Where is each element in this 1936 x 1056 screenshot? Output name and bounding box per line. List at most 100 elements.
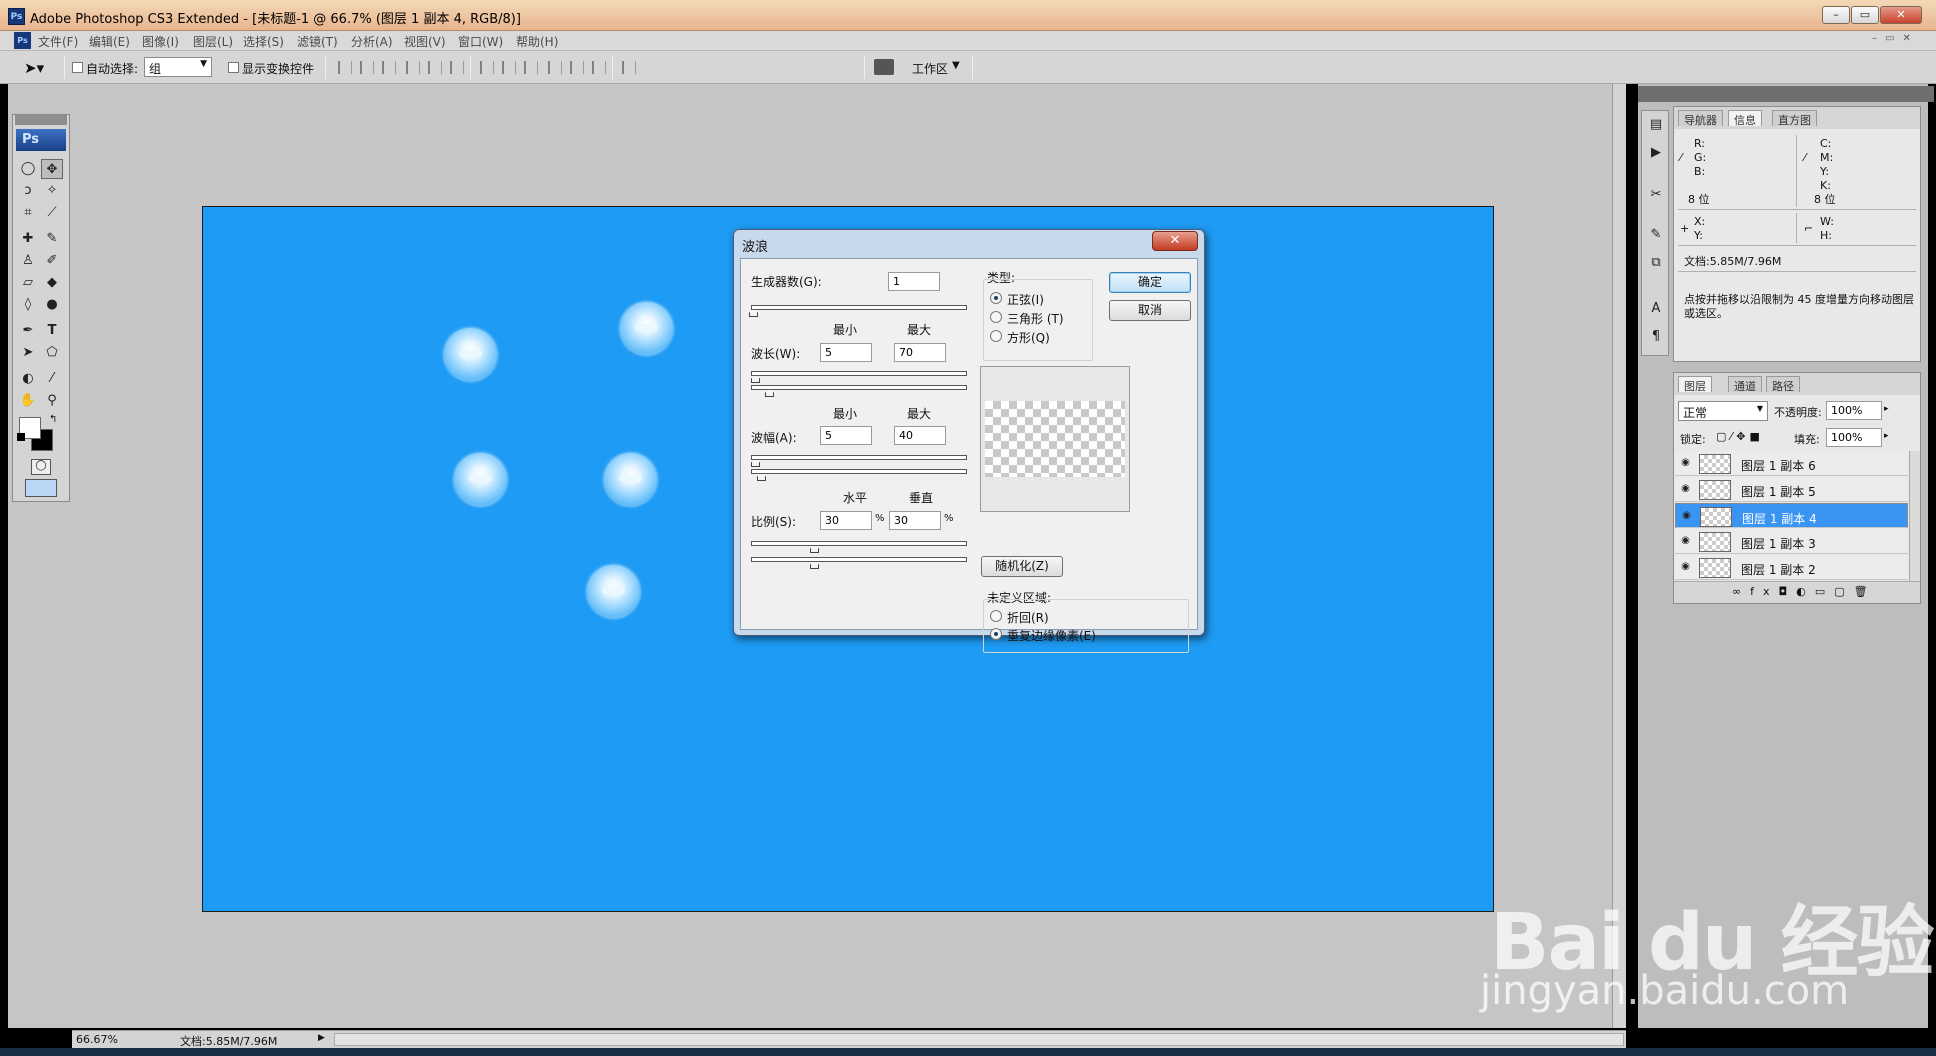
- amplitude-min-input[interactable]: 5: [820, 426, 872, 445]
- doc-window-controls[interactable]: –▭✕: [1872, 33, 1932, 48]
- default-colors-icon[interactable]: [17, 433, 25, 441]
- move-tool-icon[interactable]: ➤▾: [24, 59, 44, 77]
- workspace-dropdown-icon[interactable]: ▼: [952, 60, 960, 71]
- path-select-icon[interactable]: ➤: [17, 343, 39, 363]
- ps-menu-icon[interactable]: Ps: [14, 32, 31, 49]
- dialog-close-button[interactable]: ✕: [1152, 231, 1198, 251]
- wavelength-min-knob[interactable]: [751, 375, 760, 383]
- align-top-icon[interactable]: [338, 61, 352, 74]
- eraser-tool-icon[interactable]: ▱: [17, 273, 39, 293]
- wavelength-min-slider[interactable]: [751, 371, 967, 376]
- tab-layers[interactable]: 图层: [1678, 376, 1712, 393]
- layer-row[interactable]: ◉ 图层 1 副本 6: [1675, 451, 1908, 476]
- amplitude-max-input[interactable]: 40: [894, 426, 946, 445]
- eye-icon[interactable]: ◉: [1678, 561, 1693, 574]
- layer-row[interactable]: ◉ 图层 1 副本 3: [1675, 529, 1908, 554]
- wavelength-max-knob[interactable]: [765, 389, 774, 397]
- lock-icons[interactable]: ▢⁄✥■: [1716, 430, 1764, 443]
- eye-icon[interactable]: ◉: [1679, 510, 1694, 523]
- menu-image[interactable]: 图像(I): [142, 33, 179, 50]
- wavelength-min-input[interactable]: 5: [820, 343, 872, 362]
- move-tool-icon[interactable]: ✥: [41, 159, 63, 179]
- menu-layer[interactable]: 图层(L): [193, 33, 233, 50]
- tab-channels[interactable]: 通道: [1728, 376, 1762, 393]
- auto-select-dropdown[interactable]: 组 ▼: [144, 57, 212, 77]
- menu-edit[interactable]: 编辑(E): [89, 33, 130, 50]
- close-button[interactable]: ✕: [1880, 6, 1922, 24]
- layer-row[interactable]: ◉ 图层 1 副本 2: [1675, 555, 1908, 580]
- menu-filter[interactable]: 滤镜(T): [297, 33, 338, 50]
- distribute-top-icon[interactable]: [480, 61, 494, 74]
- ps-logo[interactable]: Ps: [16, 129, 66, 151]
- history-panel-icon[interactable]: ▤: [1645, 115, 1667, 135]
- minimize-button[interactable]: –: [1822, 6, 1850, 24]
- type-triangle-label[interactable]: 三角形 (T): [1007, 310, 1064, 327]
- align-hcenter-icon[interactable]: [428, 61, 442, 74]
- scale-h-input[interactable]: 30: [820, 511, 872, 530]
- marquee-tool-icon[interactable]: ◯: [17, 159, 39, 179]
- eyedropper-icon[interactable]: ⁄: [41, 369, 63, 389]
- layer-footer-icons[interactable]: ∞fx◘◐▭▢🗑: [1732, 585, 1877, 598]
- distribute-left-icon[interactable]: [548, 61, 562, 74]
- tool-presets-icon[interactable]: ✂: [1645, 185, 1667, 205]
- amplitude-max-slider[interactable]: [751, 469, 967, 474]
- distribute-right-icon[interactable]: [592, 61, 606, 74]
- distribute-vcenter-icon[interactable]: [502, 61, 516, 74]
- auto-align-icon[interactable]: [622, 61, 636, 74]
- wavelength-max-slider[interactable]: [751, 385, 967, 390]
- wrap-around-label[interactable]: 折回(R): [1007, 609, 1049, 626]
- blur-tool-icon[interactable]: ◊: [17, 295, 39, 315]
- eye-icon[interactable]: ◉: [1678, 457, 1693, 470]
- scale-h-slider[interactable]: [751, 541, 967, 546]
- hand-tool-icon[interactable]: ✋: [17, 391, 39, 411]
- maximize-button[interactable]: ▭: [1851, 6, 1879, 24]
- menu-analysis[interactable]: 分析(A): [351, 33, 393, 50]
- menu-window[interactable]: 窗口(W): [458, 33, 503, 50]
- magic-wand-icon[interactable]: ✧: [41, 181, 63, 201]
- blend-mode-dropdown[interactable]: 正常 ▼: [1678, 401, 1768, 421]
- layers-scrollbar[interactable]: [1909, 451, 1920, 581]
- workspace-button[interactable]: 工作区: [912, 60, 948, 77]
- clone-source-icon[interactable]: ⧉: [1645, 253, 1667, 273]
- tab-paths[interactable]: 路径: [1766, 376, 1800, 393]
- type-square-label[interactable]: 方形(Q): [1007, 329, 1050, 346]
- tab-navigator[interactable]: 导航器: [1678, 110, 1723, 127]
- cancel-button[interactable]: 取消: [1109, 300, 1191, 321]
- healing-brush-icon[interactable]: ✚: [17, 229, 39, 249]
- status-arrow-icon[interactable]: ▶: [318, 1033, 325, 1043]
- dodge-tool-icon[interactable]: ●: [41, 295, 63, 315]
- scale-v-knob[interactable]: [810, 561, 819, 569]
- show-transform-checkbox[interactable]: [228, 62, 239, 73]
- wavelength-max-input[interactable]: 70: [894, 343, 946, 362]
- align-left-icon[interactable]: [406, 61, 420, 74]
- generators-slider[interactable]: [751, 305, 967, 310]
- menu-view[interactable]: 视图(V): [404, 33, 446, 50]
- opacity-input[interactable]: 100%: [1826, 401, 1882, 420]
- menu-help[interactable]: 帮助(H): [516, 33, 558, 50]
- type-triangle-radio[interactable]: [990, 311, 1002, 323]
- swap-colors-icon[interactable]: ↰: [49, 414, 57, 425]
- eye-icon[interactable]: ◉: [1678, 535, 1693, 548]
- crop-tool-icon[interactable]: ⌗: [17, 203, 39, 223]
- quick-mask-icon[interactable]: ◯: [31, 459, 51, 475]
- amplitude-min-slider[interactable]: [751, 455, 967, 460]
- tab-info[interactable]: 信息: [1728, 110, 1762, 127]
- eye-icon[interactable]: ◉: [1678, 483, 1693, 496]
- toolbox-grip[interactable]: [15, 115, 67, 125]
- wave-preview[interactable]: [980, 366, 1130, 512]
- notes-tool-icon[interactable]: ◐: [17, 369, 39, 389]
- distribute-bottom-icon[interactable]: [524, 61, 538, 74]
- shape-tool-icon[interactable]: ⬠: [41, 343, 63, 363]
- align-vcenter-icon[interactable]: [360, 61, 374, 74]
- brushes-panel-icon[interactable]: ✎: [1645, 225, 1667, 245]
- scale-v-input[interactable]: 30: [889, 511, 941, 530]
- menu-select[interactable]: 选择(S): [243, 33, 284, 50]
- actions-panel-icon[interactable]: ▶: [1645, 143, 1667, 163]
- fill-input[interactable]: 100%: [1826, 428, 1882, 447]
- clone-stamp-icon[interactable]: ♙: [17, 251, 39, 271]
- fill-arrow-icon[interactable]: ▸: [1884, 431, 1889, 441]
- ok-button[interactable]: 确定: [1109, 272, 1191, 293]
- paragraph-panel-icon[interactable]: ¶: [1645, 327, 1667, 347]
- character-panel-icon[interactable]: A: [1645, 299, 1667, 319]
- generators-input[interactable]: 1: [888, 272, 940, 291]
